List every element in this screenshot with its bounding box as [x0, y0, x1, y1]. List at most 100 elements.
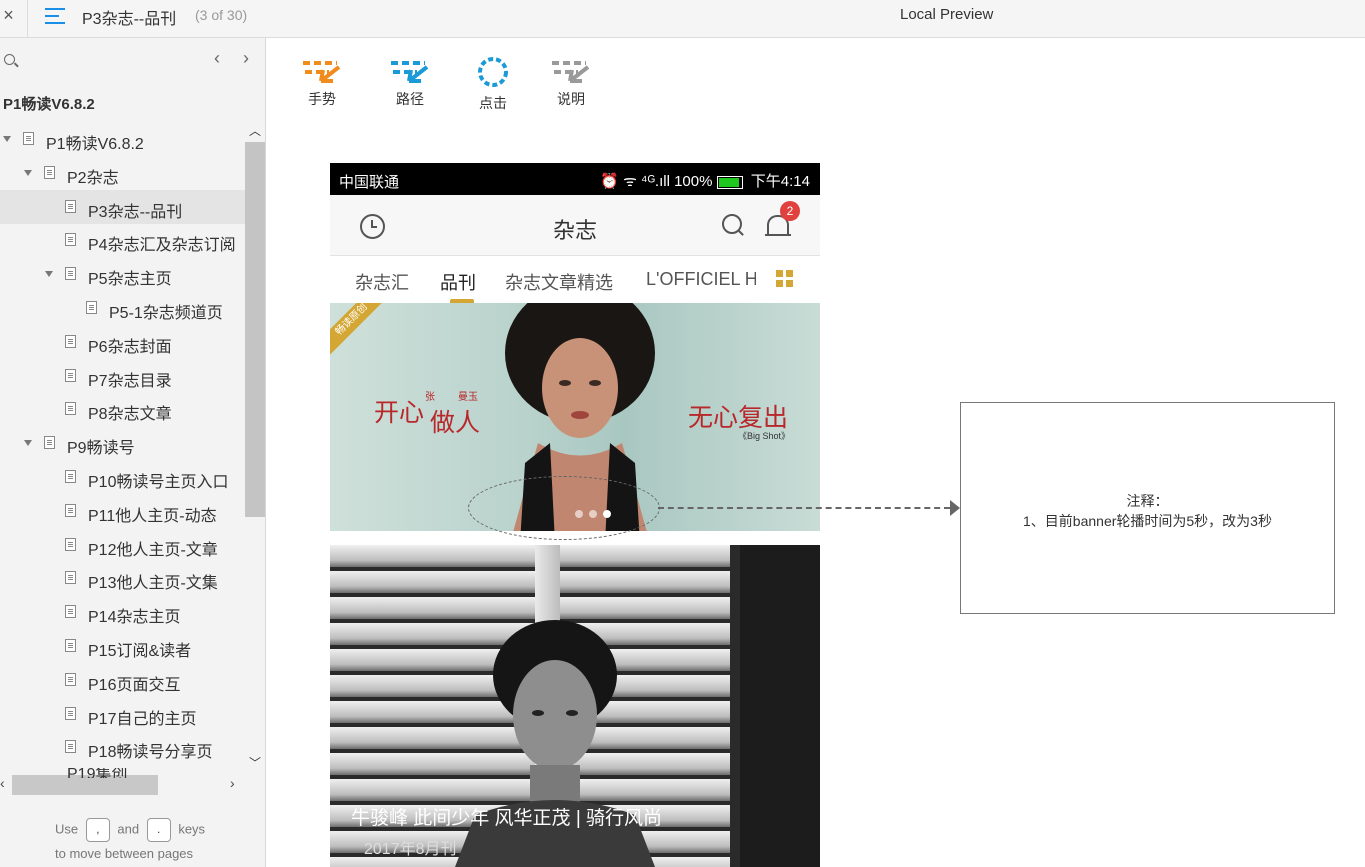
page-tree: P1畅读V6.8.2 P2杂志 P3杂志--品刊 P4杂志汇及杂志订阅 P5杂志主页 P5… [0, 122, 245, 772]
battery-icon [716, 175, 743, 189]
tree-item-label: P5-1杂志频道页 [109, 305, 223, 322]
tree-item-label: P2杂志 [67, 169, 119, 187]
close-icon[interactable]: × [0, 0, 17, 30]
tree-item-label: P17自己的主页 [88, 710, 197, 728]
tree-item[interactable]: P17自己的主页 [0, 697, 245, 731]
tree-item[interactable]: P3杂志--品刊 [0, 189, 245, 224]
page-icon [86, 301, 97, 314]
tree-item[interactable]: P13他人主页-文集 [0, 561, 245, 595]
prev-page-button[interactable]: ‹ [209, 48, 225, 69]
tree-item[interactable]: P5-1杂志频道页 [0, 291, 245, 325]
scroll-up-icon[interactable]: ︿ [245, 122, 265, 139]
page-icon [65, 571, 76, 585]
tree-item[interactable]: P11他人主页-动态 [0, 494, 245, 528]
banner-text-left-2: 做人 [430, 408, 481, 437]
page-icon [65, 639, 76, 652]
tree-item-label: P11他人主页-动态 [88, 507, 217, 525]
page-icon [65, 233, 76, 247]
next-page-button[interactable]: › [238, 48, 254, 69]
annotation-connector [658, 507, 950, 509]
category-tabs: 杂志汇 品刊 杂志文章精选 L'OFFICIEL H [330, 256, 820, 303]
tree-item[interactable]: P15订阅&读者 [0, 629, 245, 663]
tab-2[interactable]: 杂志文章精选 [505, 269, 613, 295]
scroll-thumb-horizontal[interactable] [12, 775, 158, 795]
expand-caret-icon[interactable] [3, 136, 11, 142]
tree-vertical-scrollbar[interactable]: ︿ ﹀ [245, 122, 265, 772]
tree-item[interactable]: P7杂志目录 [0, 359, 245, 393]
card-caption: 牛骏峰 此间少年 风华正茂 | 骑行风尚 [351, 808, 663, 829]
tree-item[interactable]: P6杂志封面 [0, 325, 245, 359]
banner-text-right-2: 《Big Shot》 [738, 431, 791, 441]
tree-item-label: P13他人主页-文集 [88, 575, 218, 593]
expand-caret-icon[interactable] [24, 169, 32, 176]
banner-name-2: 曼玉 [458, 392, 478, 403]
page-icon [65, 402, 76, 416]
card-issue: 2017年8月刊 [364, 841, 457, 858]
note-title: 注释： [1126, 493, 1169, 509]
page-icon [65, 706, 76, 720]
page-icon [65, 334, 76, 348]
tree-item[interactable]: P16页面交互 [0, 663, 245, 697]
page-icon [65, 199, 76, 213]
tree-item-label: P9畅读号 [67, 440, 135, 458]
legend-label: 手势 [308, 91, 336, 107]
tab-0[interactable]: 杂志汇 [355, 269, 409, 295]
legend-label: 说明 [557, 91, 585, 107]
period-key-icon: . [146, 818, 171, 842]
magazine-card[interactable]: 牛骏峰 此间少年 风华正茂 | 骑行风尚 2017年8月刊 [330, 545, 820, 867]
tree-item[interactable]: P4杂志汇及杂志订阅 [0, 223, 245, 257]
expand-caret-icon[interactable] [24, 440, 32, 447]
grid-menu-icon[interactable] [776, 270, 794, 288]
tree-horizontal-scrollbar[interactable]: ‹ › [0, 775, 245, 795]
gesture-legend-icon [303, 61, 341, 83]
top-bar: × P3杂志--品刊 (3 of 30) Local Preview [0, 0, 1365, 38]
page-title: P3杂志--品刊 [82, 11, 177, 28]
tree-item[interactable]: P10畅读号主页入口 [0, 460, 245, 494]
note-legend-icon [552, 61, 590, 83]
page-icon [65, 368, 76, 382]
annotation-highlight [468, 476, 660, 540]
expand-caret-icon[interactable] [45, 271, 53, 278]
page-icon [44, 436, 55, 450]
project-name: P1畅读V6.8.2 [3, 96, 95, 113]
path-legend-icon [391, 61, 429, 83]
search-icon[interactable] [722, 214, 742, 234]
banner-name-1: 张 [425, 392, 435, 403]
tree-item-label: P7杂志目录 [88, 372, 172, 390]
tree-item[interactable]: P1畅读V6.8.2 [0, 122, 245, 156]
scroll-down-icon[interactable]: ﹀ [245, 754, 265, 771]
comma-key-icon: , [85, 818, 110, 842]
tree-item-label-partial: P19集创 [67, 768, 128, 778]
search-icon[interactable] [4, 54, 15, 65]
tab-1[interactable]: 品刊 [440, 269, 476, 295]
note-body: 1、目前banner轮播时间为5秒，改为3秒 [1023, 513, 1272, 529]
tree-item-label: P4杂志汇及杂志订阅 [88, 237, 236, 255]
page-icon [44, 165, 55, 179]
tree-item[interactable]: P5杂志主页 [0, 257, 245, 291]
tab-3[interactable]: L'OFFICIEL H [646, 269, 756, 290]
tree-item[interactable]: P2杂志 [0, 156, 245, 190]
page-icon [65, 605, 76, 619]
click-legend-icon [478, 57, 508, 87]
page-icon [65, 267, 76, 281]
page-icon [65, 672, 76, 686]
tree-item[interactable]: P12他人主页-文章 [0, 528, 245, 562]
tree-item[interactable]: P14杂志主页 [0, 595, 245, 629]
tree-item-label: P16页面交互 [88, 676, 181, 694]
preview-title: Local Preview [900, 6, 994, 23]
tree-item[interactable]: P8杂志文章 [0, 392, 245, 426]
scroll-thumb[interactable] [245, 142, 265, 517]
app-title: 杂志 [552, 218, 597, 243]
tree-item[interactable]: P9畅读号 [0, 426, 245, 460]
app-header: 杂志 [330, 195, 820, 256]
tree-item-label: P8杂志文章 [88, 406, 172, 424]
page-count: (3 of 30) [195, 7, 248, 23]
tree-item[interactable]: P18畅读号分享页 [0, 730, 245, 764]
legend-item: 点击 [463, 57, 523, 113]
status-bar: 中国联通 ⏰ ᯤ ⁴ᴳ.ıll 100% 下午4:14 [330, 163, 820, 195]
scroll-right-icon[interactable]: › [230, 775, 235, 791]
page-icon [65, 470, 76, 483]
hamburger-menu-icon[interactable] [45, 6, 65, 26]
tree-item-label: P5杂志主页 [88, 271, 172, 289]
scroll-left-icon[interactable]: ‹ [0, 775, 5, 791]
